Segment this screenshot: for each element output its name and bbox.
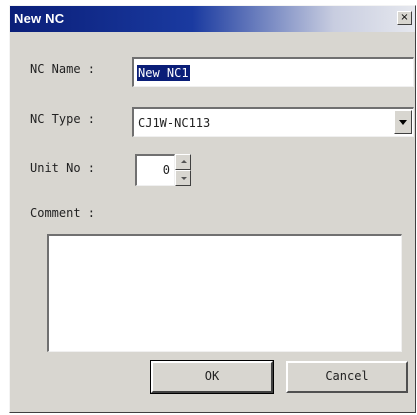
unit-no-decrement-button[interactable] (175, 170, 191, 186)
unit-no-spinner (175, 154, 191, 186)
cancel-button[interactable]: Cancel (286, 361, 408, 393)
nc-type-dropdown-button[interactable] (394, 110, 412, 134)
nc-type-label: NC Type : (30, 112, 96, 126)
nc-type-select[interactable]: CJ1W-NC113 (132, 107, 414, 137)
chevron-down-icon (399, 120, 407, 125)
nc-name-input[interactable]: New NC1 (132, 57, 414, 87)
comment-label: Comment : (30, 206, 96, 220)
unit-no-increment-button[interactable] (175, 154, 191, 170)
unit-no-value: 0 (162, 163, 170, 177)
nc-type-value: CJ1W-NC113 (138, 116, 211, 130)
unit-no-input[interactable]: 0 (135, 154, 175, 186)
close-icon: × (400, 12, 409, 23)
ok-button[interactable]: OK (150, 360, 274, 394)
window-title: New NC (14, 11, 65, 26)
title-bar[interactable]: New NC × (10, 6, 415, 32)
nc-name-label: NC Name : (30, 62, 96, 76)
close-button[interactable]: × (397, 11, 412, 25)
unit-no-label: Unit No : (30, 161, 96, 175)
comment-textarea[interactable] (47, 234, 402, 352)
arrow-up-icon (181, 160, 187, 163)
nc-name-value: New NC1 (137, 65, 190, 81)
arrow-down-icon (181, 177, 187, 180)
new-nc-dialog: New NC × NC Name : New NC1 NC Type : CJ1… (9, 5, 416, 413)
